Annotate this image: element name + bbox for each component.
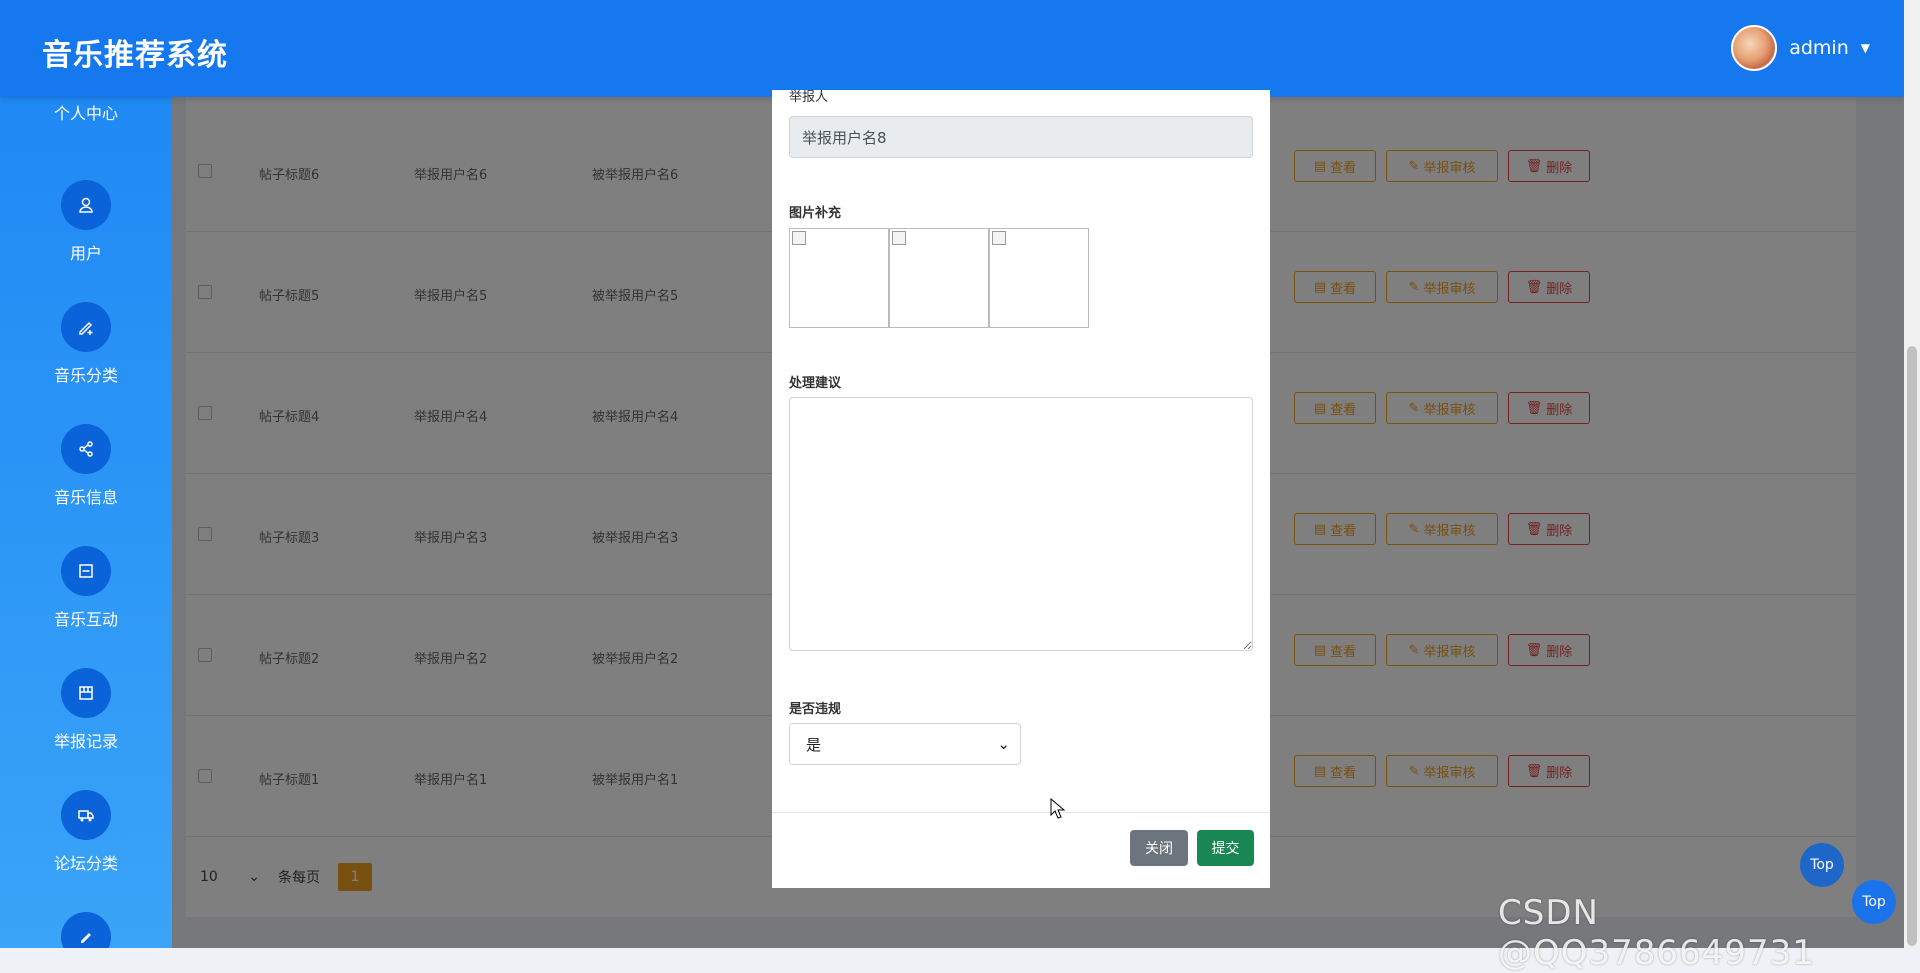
advice-label: 处理建议 [789,376,842,391]
share-icon [61,424,111,474]
submit-button[interactable]: 提交 [1197,830,1254,866]
person-icon [61,180,111,230]
top-header: 音乐推荐系统 admin ▼ [0,0,1904,97]
sidebar-item-label: 音乐互动 [53,610,118,629]
sidebar-item-label: 个人中心 [53,104,118,123]
sidebar-item-label: 用户 [69,244,102,263]
sidebar-item-forum[interactable] [0,912,172,948]
sidebar-item-music-interaction[interactable]: 音乐互动 [0,546,172,630]
violation-select[interactable]: 是 ⌄ [789,723,1021,765]
sidebar-item-music-info[interactable]: 音乐信息 [0,424,172,508]
advice-textarea[interactable] [789,397,1253,651]
user-menu[interactable]: admin ▼ [1731,25,1870,71]
mouse-cursor-icon [1050,797,1066,824]
attached-image[interactable] [789,228,889,328]
images-label: 图片补充 [789,206,842,221]
username[interactable]: admin [1789,37,1849,59]
sidebar-item-music-category[interactable]: 音乐分类 [0,302,172,386]
sidebar-item-forum-category[interactable]: 论坛分类 [0,790,172,874]
violation-label: 是否违规 [789,702,842,717]
sidebar-item-label: 举报记录 [53,732,118,751]
reporter-label: 举报人 [789,90,829,105]
image-gallery [789,228,1089,328]
attached-image[interactable] [889,228,989,328]
sidebar-item-label: 音乐信息 [53,488,118,507]
page-scrollbar[interactable] [1904,0,1920,948]
app-title: 音乐推荐系统 [42,38,228,73]
edit-plus-icon [61,302,111,352]
audit-modal: 举报人 举报用户名8 图片补充 处理建议 是否违规 是 ⌄ 关闭 提交 [772,90,1270,888]
violation-value: 是 [806,735,822,754]
close-button[interactable]: 关闭 [1130,830,1188,866]
reporter-field[interactable]: 举报用户名8 [789,116,1253,158]
sidebar-item-reports[interactable]: 举报记录 [0,668,172,752]
sidebar-item-label: 音乐分类 [53,366,118,385]
sidebar-item-users[interactable]: 用户 [0,180,172,264]
pencil-icon [61,912,111,948]
sidebar-item-label: 论坛分类 [53,854,118,873]
caret-down-icon[interactable]: ▼ [1861,41,1870,55]
avatar[interactable] [1731,25,1778,71]
chevron-down-icon: ⌄ [997,735,1010,753]
panel-icon [61,546,111,596]
broken-image-icon [892,231,906,245]
modal-divider [772,812,1270,813]
sidebar: 个人中心 用户 音乐分类 音乐信息 音乐互动 举报记录 论坛分类 [0,0,172,948]
broken-image-icon [992,231,1006,245]
watermark: CSDN @QQ3786649731 [1498,893,1815,973]
attached-image[interactable] [989,228,1089,328]
scrollbar-thumb[interactable] [1907,346,1917,946]
broken-image-icon [792,231,806,245]
box-icon [61,668,111,718]
truck-icon [61,790,111,840]
back-to-top-button[interactable]: Top [1800,843,1844,887]
